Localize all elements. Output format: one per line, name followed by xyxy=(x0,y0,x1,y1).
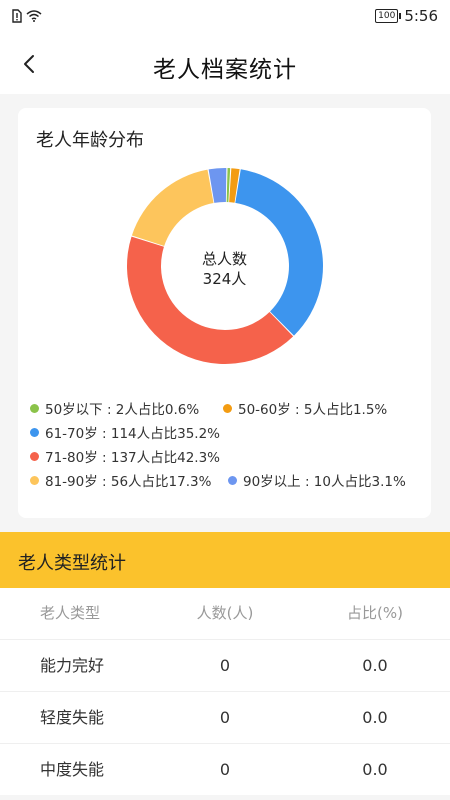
table-row: 轻度失能 0 0.0 xyxy=(0,692,450,744)
row-count: 0 xyxy=(219,656,231,675)
status-bar: 100 5:56 xyxy=(0,0,450,34)
total-label: 总人数 xyxy=(201,250,247,268)
legend-label: 71-80岁 : 137人占比42.3% xyxy=(45,450,221,466)
row-type: 能力完好 xyxy=(40,656,105,675)
legend-item-71-80: 71-80岁 : 137人占比42.3% xyxy=(30,446,220,466)
header-count: 人数(人) xyxy=(196,604,254,622)
row-type: 轻度失能 xyxy=(40,708,105,727)
legend-item-over-90: 90岁以上 : 10人占比3.1% xyxy=(228,470,406,490)
status-time: 5:56 xyxy=(404,7,438,25)
table-row: 中度失能 0 0.0 xyxy=(0,744,450,795)
row-percent: 0.0 xyxy=(362,760,388,779)
type-table: 老人类型 人数(人) 占比(%) 能力完好 0 0.0 轻度失能 0 0.0 中… xyxy=(0,588,450,795)
age-donut-chart xyxy=(127,168,323,364)
table-row: 能力完好 0 0.0 xyxy=(0,640,450,692)
legend-dot xyxy=(30,403,39,413)
wifi-icon xyxy=(26,10,42,22)
legend-dot xyxy=(30,451,39,461)
legend-dot xyxy=(223,403,232,413)
legend-label: 81-90岁 : 56人占比17.3% xyxy=(45,474,212,490)
legend-label: 61-70岁 : 114人占比35.2% xyxy=(45,426,221,442)
header-percent: 占比(%) xyxy=(347,604,403,622)
legend-dot xyxy=(228,475,237,485)
total-value: 324人 xyxy=(202,270,247,288)
type-section-header: 老人类型统计 xyxy=(0,532,450,588)
legend-label: 90岁以上 : 10人占比3.1% xyxy=(243,474,406,490)
row-count: 0 xyxy=(219,760,231,779)
legend-dot xyxy=(30,427,39,437)
status-icons xyxy=(12,9,42,23)
table-header-row: 老人类型 人数(人) 占比(%) xyxy=(0,588,450,640)
battery-icon: 100 xyxy=(375,9,402,23)
legend-item-50-60: 50-60岁 : 5人占比1.5% xyxy=(223,398,387,418)
page-title: 老人档案统计 xyxy=(153,57,297,83)
row-type: 中度失能 xyxy=(40,760,105,779)
row-percent: 0.0 xyxy=(362,708,388,727)
age-distribution-card: 老人年龄分布 总人数 324人 50岁以下 : 2人占比0.6% 50-60岁 … xyxy=(18,108,431,518)
header-type: 老人类型 xyxy=(40,604,101,622)
nav-bar: 老人档案统计 xyxy=(0,34,450,94)
legend-item-81-90: 81-90岁 : 56人占比17.3% xyxy=(30,470,211,490)
legend-item-under-50: 50岁以下 : 2人占比0.6% xyxy=(30,398,199,418)
legend-dot xyxy=(30,475,39,485)
sim-alert-icon xyxy=(12,9,22,23)
type-section-title: 老人类型统计 xyxy=(18,553,126,574)
legend-label: 50-60岁 : 5人占比1.5% xyxy=(238,402,388,418)
row-count: 0 xyxy=(219,708,231,727)
legend-label: 50岁以下 : 2人占比0.6% xyxy=(45,402,200,418)
legend-item-61-70: 61-70岁 : 114人占比35.2% xyxy=(30,422,220,442)
row-percent: 0.0 xyxy=(362,656,388,675)
slice-81-90 xyxy=(131,169,214,247)
